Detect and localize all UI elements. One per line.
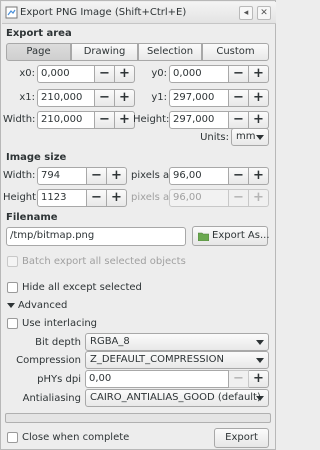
filename-input[interactable]: /tmp/bitmap.png [6,227,186,246]
expander-arrow-icon[interactable] [7,303,15,308]
dpi-y-increment-button: + [249,189,269,207]
phys-dpi-label: pHYs dpi [37,374,81,385]
y0-increment-button[interactable]: + [249,65,269,83]
chevron-down-icon [256,135,264,140]
compression-label: Compression [16,355,81,366]
tab-page[interactable]: Page [6,43,71,61]
phys-dpi-input[interactable]: 0,00 [85,370,229,388]
area-width-decrement-button[interactable]: − [95,111,115,129]
x1-decrement-button[interactable]: − [95,89,115,107]
area-width-input[interactable]: 210,000 [37,111,95,129]
x0-decrement-button[interactable]: − [95,65,115,83]
x1-increment-button[interactable]: + [115,89,135,107]
x0-input[interactable]: 0,000 [37,65,95,83]
folder-icon [198,232,209,241]
area-height-decrement-button[interactable]: − [229,111,249,129]
filename-title: Filename [6,212,58,223]
close-when-complete-checkbox[interactable] [7,432,18,443]
y0-input[interactable]: 0,000 [169,65,229,83]
y1-increment-button[interactable]: + [249,89,269,107]
dpi-x-input[interactable]: 96,00 [169,167,229,185]
bit-depth-label: Bit depth [35,337,81,348]
area-width-label: Width: [3,114,36,125]
y1-label: y1: [151,92,167,103]
y0-decrement-button[interactable]: − [229,65,249,83]
area-height-input[interactable]: 297,000 [169,111,229,129]
phys-dpi-decrement-button: − [229,370,249,388]
image-width-input[interactable]: 794 [37,167,87,185]
close-icon[interactable]: ✕ [257,6,271,20]
compression-select[interactable]: Z_DEFAULT_COMPRESSION [85,351,269,369]
tab-custom[interactable]: Custom [202,43,269,61]
tab-selection[interactable]: Selection [138,43,202,61]
dialog-title: Export PNG Image (Shift+Ctrl+E) [20,7,187,18]
units-label: Units: [200,132,229,143]
units-value: mm [236,131,256,142]
antialiasing-select[interactable]: CAIRO_ANTIALIAS_GOOD (default) [85,389,269,407]
bit-depth-value: RGBA_8 [90,336,130,347]
area-height-label: Height: [133,114,170,125]
antialiasing-label: Antialiasing [22,393,81,404]
export-area-title: Export area [6,28,72,39]
image-height-increment-button[interactable]: + [107,189,127,207]
chevron-down-icon [256,340,264,345]
units-select[interactable]: mm [231,128,269,146]
dpi-x-decrement-button[interactable]: − [229,167,249,185]
image-height-input[interactable]: 1123 [37,189,87,207]
export-png-icon [5,6,18,19]
dpi-y-input: 96,00 [169,189,229,207]
advanced-expander[interactable]: Advanced [18,300,67,311]
x1-label: x1: [19,92,35,103]
x1-input[interactable]: 210,000 [37,89,95,107]
image-width-label: Width: [3,170,36,181]
antialiasing-value: CAIRO_ANTIALIAS_GOOD (default) [90,392,261,403]
x0-label: x0: [19,68,35,79]
batch-export-checkbox [7,256,18,267]
dpi-x-increment-button[interactable]: + [249,167,269,185]
image-height-label: Height: [3,192,40,203]
export-as-button[interactable]: Export As... [192,226,270,246]
chevron-down-icon [256,358,264,363]
export-button[interactable]: Export [214,428,269,448]
phys-dpi-increment-button[interactable]: + [249,370,269,388]
export-progress-bar [5,413,271,423]
image-size-title: Image size [6,152,67,163]
image-height-decrement-button[interactable]: − [87,189,107,207]
chevron-down-icon [256,396,264,401]
image-width-increment-button[interactable]: + [107,167,127,185]
pin-icon[interactable]: ◂ [239,6,253,20]
export-png-dialog: Export PNG Image (Shift+Ctrl+E) ◂ ✕ Expo… [0,0,276,450]
export-as-label: Export As... [212,230,270,241]
y1-input[interactable]: 297,000 [169,89,229,107]
use-interlacing-label: Use interlacing [22,318,98,329]
pixels-at-label-disabled: pixels at [131,192,174,203]
hide-all-label: Hide all except selected [22,282,142,293]
tab-drawing[interactable]: Drawing [71,43,138,61]
y0-label: y0: [151,68,167,79]
close-when-complete-label: Close when complete [22,432,130,443]
compression-value: Z_DEFAULT_COMPRESSION [90,354,224,365]
area-height-increment-button[interactable]: + [249,111,269,129]
pixels-at-label: pixels at [131,170,174,181]
dpi-y-decrement-button: − [229,189,249,207]
use-interlacing-checkbox[interactable] [7,318,18,329]
y1-decrement-button[interactable]: − [229,89,249,107]
image-width-decrement-button[interactable]: − [87,167,107,185]
title-bar: Export PNG Image (Shift+Ctrl+E) ◂ ✕ [2,2,276,24]
area-width-increment-button[interactable]: + [115,111,135,129]
bit-depth-select[interactable]: RGBA_8 [85,333,269,351]
batch-export-label: Batch export all selected objects [22,256,186,267]
hide-all-checkbox[interactable] [7,282,18,293]
x0-increment-button[interactable]: + [115,65,135,83]
